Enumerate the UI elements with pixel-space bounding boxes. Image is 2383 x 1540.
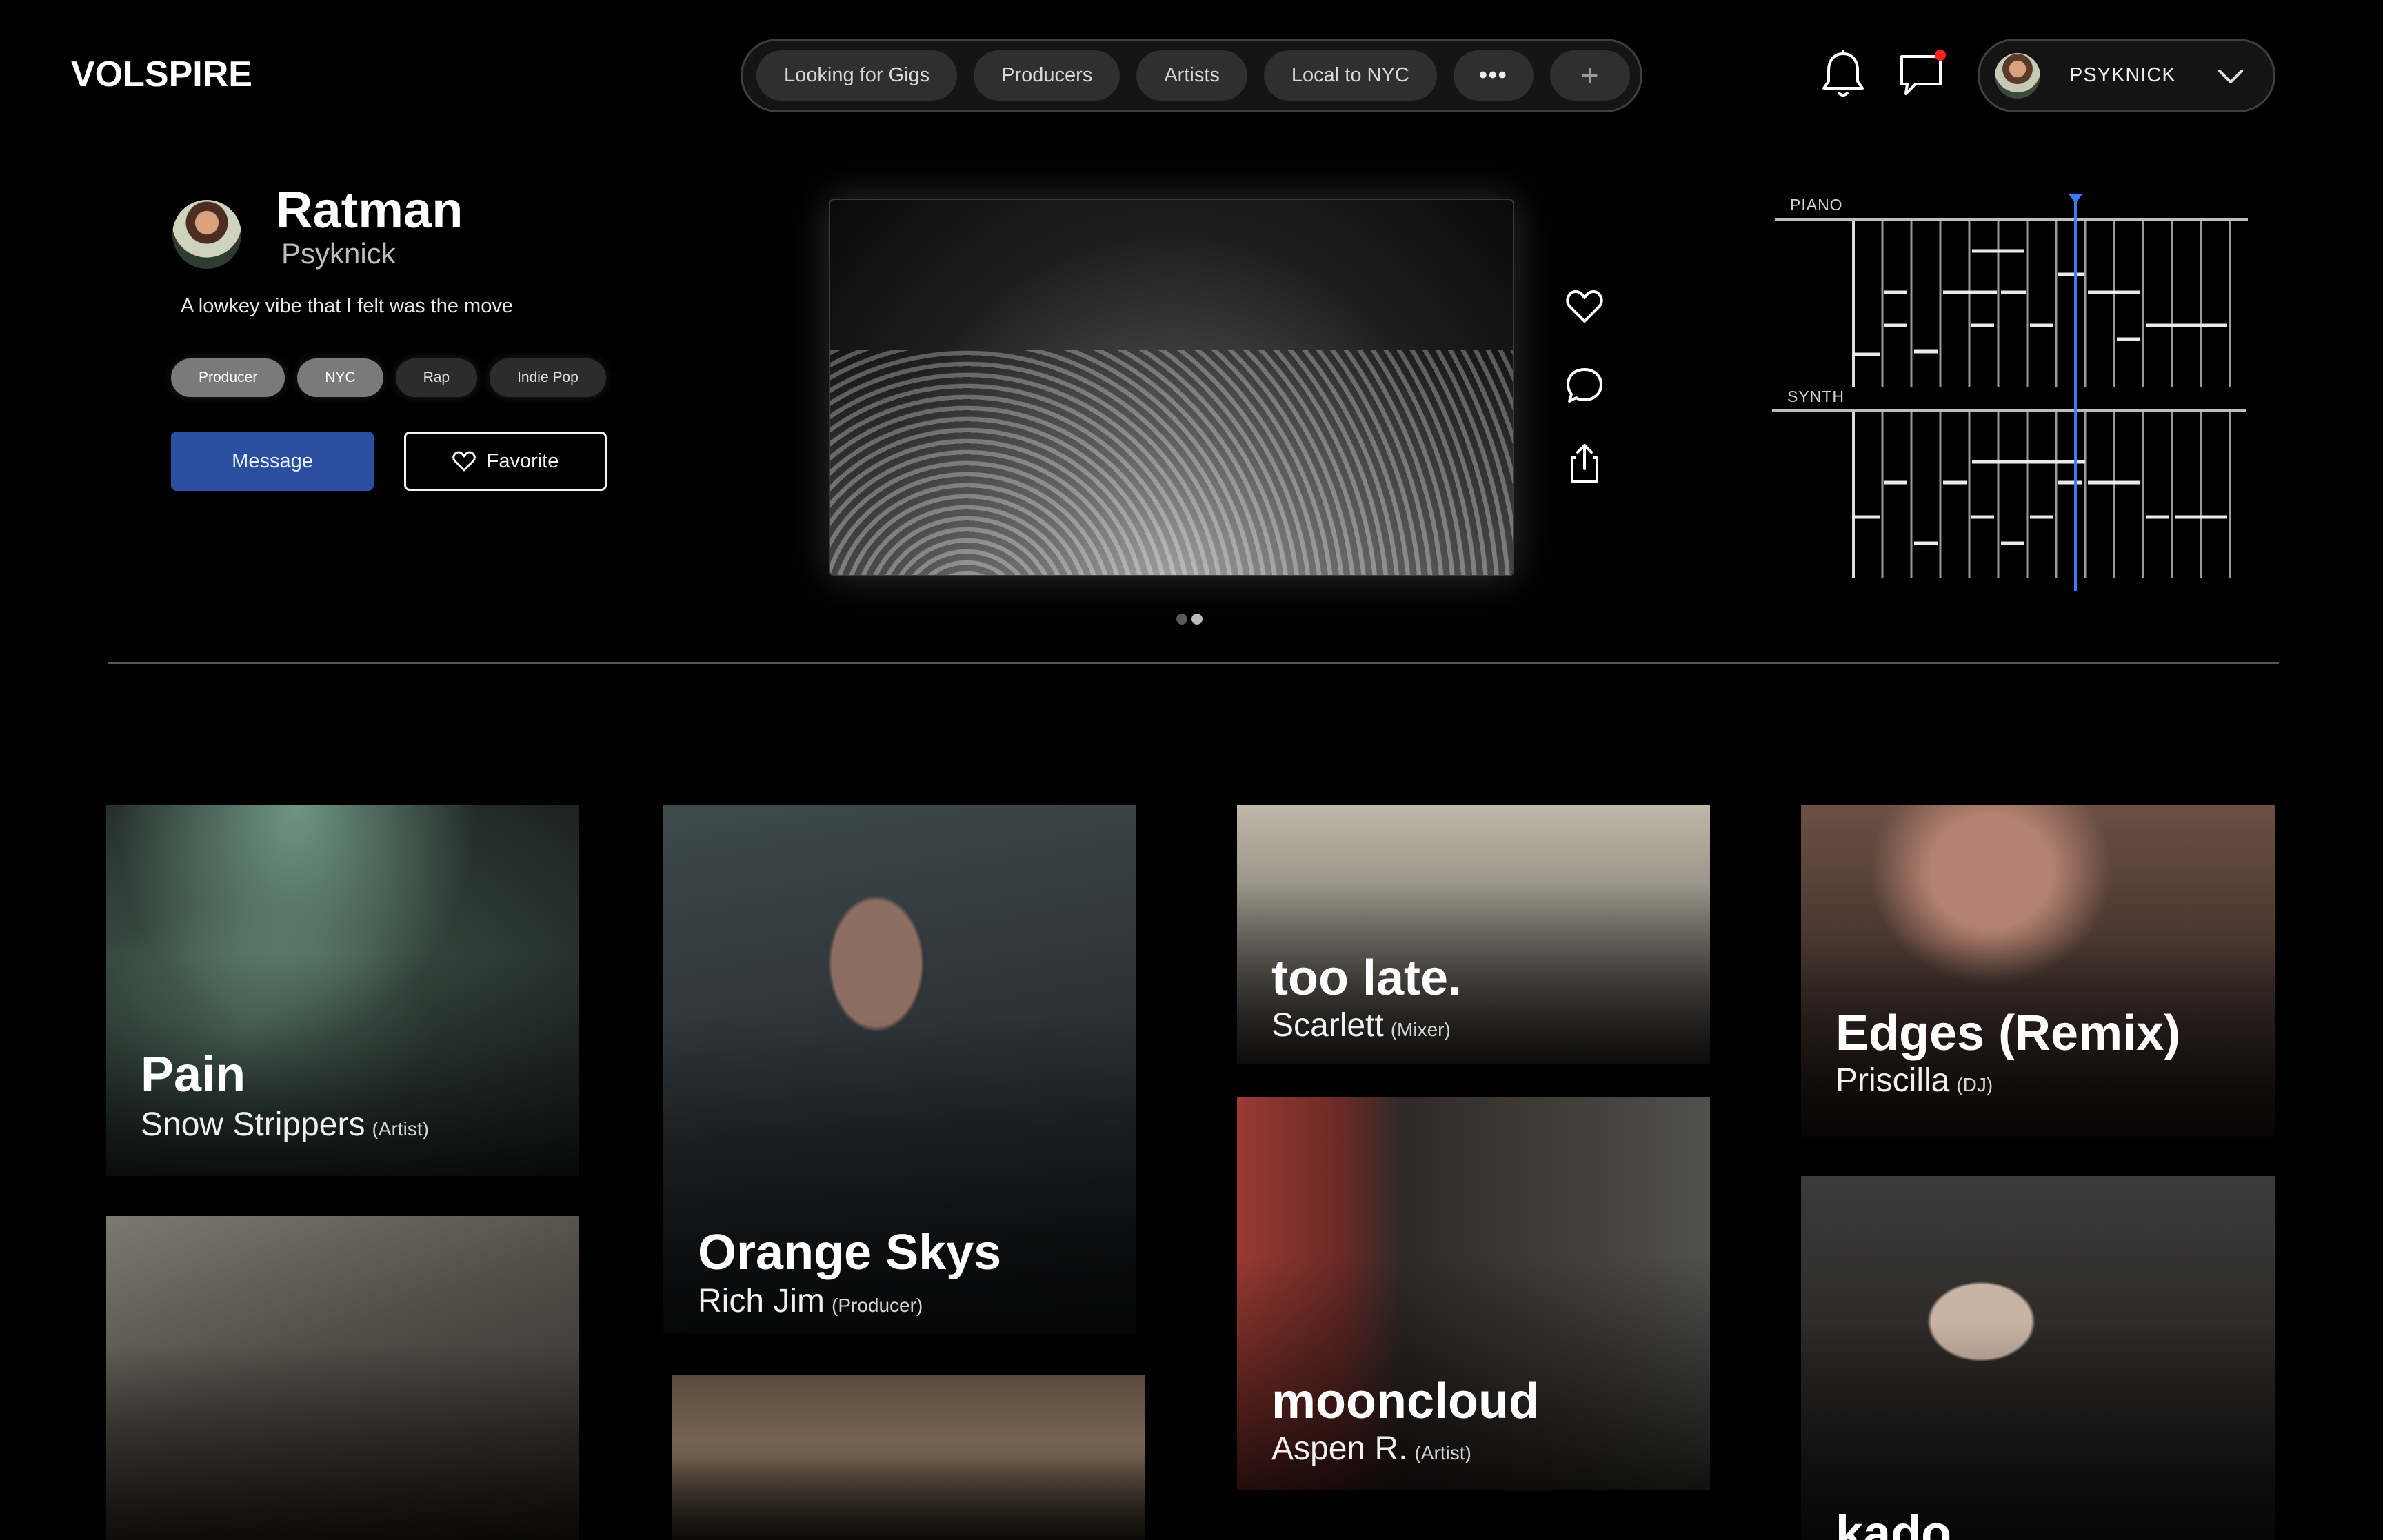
card-artist-name: Snow Strippers — [141, 1106, 365, 1143]
card-artist-name: Priscilla — [1836, 1062, 1950, 1099]
card-artist: Snow Strippers (Artist) — [141, 1106, 429, 1144]
feed-card[interactable]: kado — [1801, 1176, 2275, 1540]
tag-indie-pop[interactable]: Indie Pop — [490, 358, 606, 397]
card-title: too late. — [1271, 951, 1462, 1006]
card-title: Pain — [141, 1047, 246, 1102]
card-artist-role: (DJ) — [1956, 1074, 1993, 1095]
track-description: A lowkey vibe that I felt was the move — [181, 295, 513, 317]
page: VOLSPIRE Looking for Gigs Producers Arti… — [0, 0, 2383, 1540]
user-avatar — [1995, 52, 2040, 99]
tag-rap[interactable]: Rap — [395, 358, 478, 397]
card-artist-role: (Mixer) — [1390, 1019, 1451, 1040]
message-button[interactable]: Message — [171, 432, 374, 491]
user-name: PSYKNICK — [2069, 64, 2176, 86]
card-artist: Aspen R. (Artist) — [1271, 1430, 1471, 1468]
like-icon[interactable] — [1564, 285, 1605, 327]
tag-nyc[interactable]: NYC — [297, 358, 383, 397]
profile-avatar[interactable] — [172, 200, 241, 269]
feed-card[interactable] — [672, 1375, 1145, 1540]
card-title: kado — [1836, 1506, 1952, 1540]
card-artist: Rich Jim (Producer) — [698, 1282, 923, 1320]
tag-list: Producer NYC Rap Indie Pop — [171, 358, 606, 397]
feed-card[interactable]: too late. Scarlett (Mixer) — [1237, 805, 1710, 1064]
media-carousel[interactable] — [829, 199, 1514, 576]
heart-icon — [452, 451, 476, 472]
messages-icon[interactable] — [1898, 48, 1946, 100]
carousel-dot-2[interactable] — [1192, 614, 1203, 625]
favorite-label: Favorite — [486, 449, 559, 472]
bell-icon[interactable] — [1819, 48, 1867, 100]
brand-logo[interactable]: VOLSPIRE — [71, 54, 252, 95]
card-title: Edges (Remix) — [1836, 1006, 2181, 1061]
filter-chip-artists[interactable]: Artists — [1136, 50, 1247, 101]
filter-chip-looking-for-gigs[interactable]: Looking for Gigs — [756, 50, 958, 101]
card-title: mooncloud — [1271, 1374, 1539, 1429]
favorite-button[interactable]: Favorite — [404, 432, 607, 491]
card-artist-role: (Artist) — [1414, 1442, 1471, 1463]
card-artist-name: Rich Jim — [698, 1283, 825, 1319]
carousel-dot-1[interactable] — [1176, 614, 1187, 625]
piano-roll[interactable]: PIANO SYNTH — [1772, 183, 2255, 597]
tag-producer[interactable]: Producer — [171, 358, 285, 397]
user-menu[interactable]: PSYKNICK — [1978, 39, 2275, 112]
add-filter-button[interactable]: + — [1549, 50, 1630, 101]
comment-icon[interactable] — [1564, 365, 1605, 407]
playhead-marker — [2069, 194, 2082, 203]
piano-roll-grid — [1772, 194, 2248, 591]
carousel-dots — [1176, 614, 1203, 625]
filter-bar: Looking for Gigs Producers Artists Local… — [741, 39, 1642, 112]
card-artist-role: (Producer) — [832, 1295, 923, 1316]
card-artist-name: Scarlett — [1271, 1007, 1384, 1044]
feed-card[interactable]: Orange Skys Rich Jim (Producer) — [663, 805, 1136, 1333]
artist-name[interactable]: Psyknick — [281, 237, 396, 270]
card-artist: Priscilla (DJ) — [1836, 1062, 1993, 1100]
feed-card[interactable]: Edges (Remix) Priscilla (DJ) — [1801, 805, 2275, 1137]
feed-card[interactable]: mooncloud Aspen R. (Artist) — [1237, 1097, 1710, 1490]
section-divider — [108, 662, 2279, 664]
card-artist-name: Aspen R. — [1271, 1430, 1408, 1467]
concert-crowd-image — [830, 349, 1513, 575]
chevron-down-icon — [2218, 70, 2243, 83]
card-artist: Scarlett (Mixer) — [1271, 1006, 1451, 1044]
card-artist-role: (Artist) — [372, 1118, 429, 1139]
card-title: Orange Skys — [698, 1225, 1002, 1280]
unread-badge-dot — [1935, 50, 1946, 61]
filter-chip-producers[interactable]: Producers — [974, 50, 1120, 101]
track-title: Ratman — [276, 181, 463, 239]
share-icon[interactable] — [1564, 443, 1605, 484]
more-filters-button[interactable]: ••• — [1453, 50, 1534, 101]
feed-card[interactable] — [106, 1216, 579, 1540]
filter-chip-local-to-nyc[interactable]: Local to NYC — [1263, 50, 1437, 101]
feed-card[interactable]: Pain Snow Strippers (Artist) — [106, 805, 579, 1176]
